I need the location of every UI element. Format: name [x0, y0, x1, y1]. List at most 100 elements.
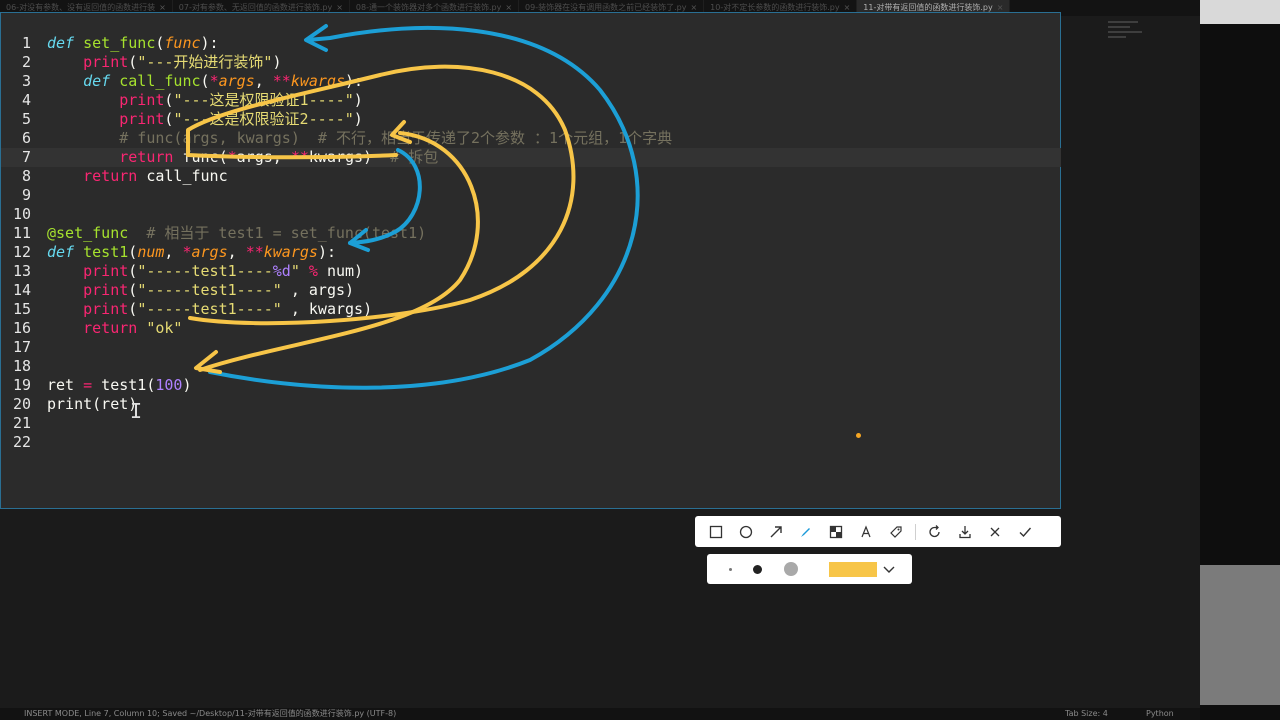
tab-close-icon[interactable]: × — [336, 3, 343, 12]
text-icon[interactable] — [851, 516, 881, 547]
code-text[interactable]: ret = test1(100) — [47, 376, 192, 395]
code-line[interactable]: 14 print("-----test1----" , args) — [1, 281, 1061, 300]
code-text[interactable]: def call_func(*args, **kwargs): — [47, 72, 363, 91]
code-text[interactable]: print("---这是权限验证2----") — [47, 110, 363, 129]
minimap-line — [1108, 36, 1126, 38]
line-number: 1 — [21, 34, 31, 52]
annotation-toolbar — [695, 516, 1061, 547]
tab-close-icon[interactable]: × — [690, 3, 697, 12]
line-number: 2 — [21, 53, 31, 71]
code-line[interactable]: 21 — [1, 414, 1061, 433]
undo-icon[interactable] — [920, 516, 950, 547]
code-line[interactable]: 8 return call_func — [1, 167, 1061, 186]
tab-label: 06-对没有参数、没有返回值的函数进行装 — [6, 3, 156, 12]
code-editor[interactable]: 1 def set_func(func): 2 print("---开始进行装饰")… — [0, 12, 1061, 509]
code-line[interactable]: 7 return func(*args, **kwargs) # 拆包 — [1, 148, 1061, 167]
code-text[interactable]: return "ok" — [47, 319, 182, 338]
tab-label: 10-对不定长参数的函数进行装饰.py — [710, 3, 840, 12]
download-icon[interactable] — [950, 516, 980, 547]
text-cursor-icon: I — [130, 399, 143, 423]
color-swatch[interactable] — [829, 562, 877, 577]
code-line[interactable]: 1 def set_func(func): — [1, 34, 1061, 53]
line-number: 6 — [21, 129, 31, 147]
tab-label: 11-对带有返回值的函数进行装饰.py — [863, 3, 993, 12]
code-text[interactable]: print("-----test1----" , args) — [47, 281, 354, 300]
syntax-indicator[interactable]: Python — [1146, 708, 1174, 720]
tab-close-icon[interactable]: × — [159, 3, 166, 12]
code-text[interactable]: def test1(num, *args, **kwargs): — [47, 243, 336, 262]
line-number: 21 — [12, 414, 31, 432]
code-line[interactable]: 22 — [1, 433, 1061, 452]
code-line[interactable]: 17 — [1, 338, 1061, 357]
line-number: 18 — [12, 357, 31, 375]
line-number: 13 — [12, 262, 31, 280]
code-line[interactable]: 11 @set_func # 相当于 test1 = set_func(test1… — [1, 224, 1061, 243]
tab-close-icon[interactable]: × — [997, 3, 1004, 12]
minimap-line — [1108, 26, 1130, 28]
tab-label: 07-对有参数、无返回值的函数进行装饰.py — [178, 3, 333, 12]
code-line[interactable]: 16 return "ok" — [1, 319, 1061, 338]
code-line[interactable]: 15 print("-----test1----" , kwargs) — [1, 300, 1061, 319]
line-number: 14 — [12, 281, 31, 299]
line-number: 20 — [12, 395, 31, 413]
marker-icon[interactable] — [881, 516, 911, 547]
tab-close-icon[interactable]: × — [505, 3, 512, 12]
line-number: 17 — [12, 338, 31, 356]
code-line[interactable]: 3 def call_func(*args, **kwargs): — [1, 72, 1061, 91]
line-number: 8 — [21, 167, 31, 185]
code-line[interactable]: 5 print("---这是权限验证2----") — [1, 110, 1061, 129]
ellipse-icon[interactable] — [731, 516, 761, 547]
code-line[interactable]: 13 print("-----test1----%d" % num) — [1, 262, 1061, 281]
code-line[interactable]: 9 — [1, 186, 1061, 205]
code-text[interactable]: print("---开始进行装饰") — [47, 53, 281, 72]
code-line[interactable]: 19 ret = test1(100) — [1, 376, 1061, 395]
pen-icon[interactable] — [791, 516, 821, 547]
line-number: 16 — [12, 319, 31, 337]
chevron-down-icon[interactable] — [881, 561, 897, 577]
right-panel — [1200, 0, 1280, 720]
code-text[interactable]: print("---这是权限验证1----") — [47, 91, 363, 110]
status-message: INSERT MODE, Line 7, Column 10; Saved ~/… — [24, 709, 397, 718]
line-number: 15 — [12, 300, 31, 318]
code-area[interactable]: 1 def set_func(func): 2 print("---开始进行装饰")… — [1, 34, 1061, 452]
tab-close-icon[interactable]: × — [844, 3, 851, 12]
cursor-dot — [856, 433, 861, 438]
arrow-icon[interactable] — [761, 516, 791, 547]
minimap-line — [1108, 21, 1138, 23]
code-text[interactable]: print(ret) — [47, 395, 137, 414]
right-panel-top — [1200, 0, 1280, 24]
rectangle-icon[interactable] — [701, 516, 731, 547]
code-line[interactable]: 10 — [1, 205, 1061, 224]
code-text[interactable]: @set_func # 相当于 test1 = set_func(test1) — [47, 224, 426, 243]
code-line[interactable]: 6 # func(args, kwargs) # 不行，相当于传递了2个参数 ：… — [1, 129, 1061, 148]
line-number: 10 — [12, 205, 31, 223]
line-number: 5 — [21, 110, 31, 128]
close-icon[interactable] — [980, 516, 1010, 547]
minimap[interactable] — [1108, 18, 1168, 58]
tab-size-indicator[interactable]: Tab Size: 4 — [1065, 708, 1108, 720]
code-line[interactable]: 2 print("---开始进行装饰") — [1, 53, 1061, 72]
code-text[interactable]: print("-----test1----%d" % num) — [47, 262, 363, 281]
code-line[interactable]: 4 print("---这是权限验证1----") — [1, 91, 1061, 110]
confirm-icon[interactable] — [1010, 516, 1040, 547]
tab-label: 09-装饰器在没有调用函数之前已经装饰了.py — [525, 3, 687, 12]
mosaic-icon[interactable] — [821, 516, 851, 547]
code-line[interactable]: 18 — [1, 357, 1061, 376]
line-number: 4 — [21, 91, 31, 109]
brush-size-small[interactable] — [729, 568, 732, 571]
line-number: 22 — [12, 433, 31, 451]
code-text[interactable]: def set_func(func): — [47, 34, 219, 53]
code-text[interactable]: return call_func — [47, 167, 228, 186]
tab-label: 08-通一个装饰器对多个函数进行装饰.py — [355, 3, 502, 12]
line-number: 11 — [12, 224, 31, 242]
minimap-line — [1108, 31, 1142, 33]
code-line[interactable]: 20 print(ret) — [1, 395, 1061, 414]
brush-size-large[interactable] — [784, 562, 798, 576]
brush-size-medium[interactable] — [753, 565, 762, 574]
line-number: 12 — [12, 243, 31, 261]
code-text[interactable]: return func(*args, **kwargs) # 拆包 — [47, 148, 438, 167]
code-text[interactable]: # func(args, kwargs) # 不行，相当于传递了2个参数 ：1个… — [47, 129, 672, 148]
code-line[interactable]: 12 def test1(num, *args, **kwargs): — [1, 243, 1061, 262]
code-text[interactable]: print("-----test1----" , kwargs) — [47, 300, 372, 319]
line-number: 19 — [12, 376, 31, 394]
